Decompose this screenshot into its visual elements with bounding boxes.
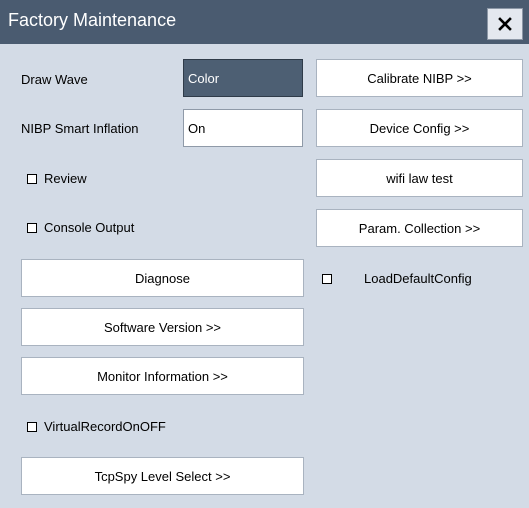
software-version-button[interactable]: Software Version >> <box>21 308 304 346</box>
checkbox-box-icon <box>27 173 37 184</box>
tcpspy-level-select-button[interactable]: TcpSpy Level Select >> <box>21 457 304 495</box>
dialog-title: Factory Maintenance <box>8 10 177 30</box>
load-default-config-checkbox[interactable]: LoadDefaultConfig <box>322 271 472 286</box>
close-icon <box>498 17 512 31</box>
checkbox-box-icon <box>27 222 37 233</box>
draw-wave-label: Draw Wave <box>21 72 88 87</box>
calibrate-nibp-button[interactable]: Calibrate NIBP >> <box>316 59 523 97</box>
nibp-smart-inflation-select[interactable]: On <box>183 109 303 147</box>
checkbox-box-icon <box>27 421 37 432</box>
close-button[interactable] <box>487 8 523 40</box>
title-bar: Factory Maintenance <box>0 0 529 44</box>
virtual-record-checkbox[interactable]: VirtualRecordOnOFF <box>27 419 166 434</box>
console-output-checkbox[interactable]: Console Output <box>27 220 134 235</box>
checkbox-box-icon <box>322 273 332 284</box>
load-default-config-label: LoadDefaultConfig <box>364 271 472 286</box>
diagnose-button[interactable]: Diagnose <box>21 259 304 297</box>
virtual-record-label: VirtualRecordOnOFF <box>44 419 166 434</box>
device-config-button[interactable]: Device Config >> <box>316 109 523 147</box>
monitor-information-button[interactable]: Monitor Information >> <box>21 357 304 395</box>
factory-maintenance-dialog: Factory Maintenance Draw Wave Color NIBP… <box>0 0 529 508</box>
draw-wave-select[interactable]: Color <box>183 59 303 97</box>
review-checkbox[interactable]: Review <box>27 171 87 186</box>
nibp-smart-inflation-label: NIBP Smart Inflation <box>21 121 139 136</box>
console-output-label: Console Output <box>44 220 135 235</box>
wifi-law-test-button[interactable]: wifi law test <box>316 159 523 197</box>
param-collection-button[interactable]: Param. Collection >> <box>316 209 523 247</box>
review-label: Review <box>44 171 87 186</box>
